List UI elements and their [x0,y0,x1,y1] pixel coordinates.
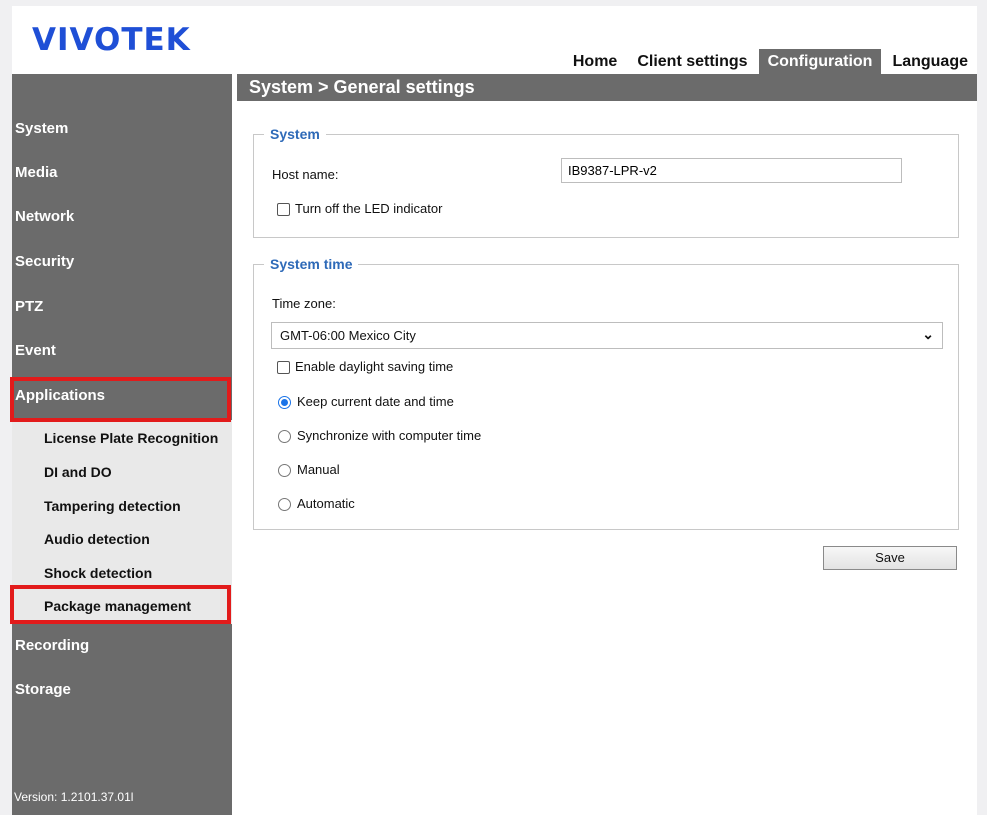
submenu-item-package-management[interactable]: Package management [44,598,191,614]
daylight-saving-checkbox[interactable] [277,361,290,374]
sidebar-item-recording[interactable]: Recording [12,637,232,654]
sidebar-item-security[interactable]: Security [12,253,232,270]
led-indicator-checkbox[interactable] [277,203,290,216]
host-name-input[interactable] [561,158,902,183]
led-indicator-label: Turn off the LED indicator [295,201,443,216]
system-time-section-title: System time [270,256,353,272]
sidebar-item-system[interactable]: System [12,120,232,137]
system-section-title: System [270,126,320,142]
system-time-section: System time [253,256,959,530]
submenu-item-di-and-do[interactable]: DI and DO [44,464,112,480]
vivotek-logo: VIVOTEK [32,22,191,58]
submenu-item-audio-detection[interactable]: Audio detection [44,531,150,547]
radio-automatic-label: Automatic [297,496,355,511]
daylight-saving-label: Enable daylight saving time [295,359,454,374]
breadcrumb: System > General settings [237,74,977,101]
save-button[interactable]: Save [823,546,957,570]
radio-keep-current[interactable] [278,396,291,409]
sidebar-item-media[interactable]: Media [12,164,232,181]
radio-keep-current-label: Keep current date and time [297,394,454,409]
sidebar-item-ptz[interactable]: PTZ [12,298,232,315]
submenu-item-license-plate-recognition[interactable]: License Plate Recognition [44,430,218,446]
sidebar-item-applications[interactable]: Applications [12,387,232,404]
sidebar-item-event[interactable]: Event [12,342,232,359]
host-name-label: Host name: [272,167,339,182]
sidebar-item-network[interactable]: Network [12,208,232,225]
chevron-down-icon: ⌄ [922,326,934,342]
radio-automatic[interactable] [278,498,291,511]
applications-submenu: License Plate Recognition DI and DO Tamp… [12,420,232,624]
top-navigation: Home Client settings Configuration Langu… [562,48,977,74]
sidebar: System Media Network Security PTZ Event … [12,74,232,815]
radio-sync-computer[interactable] [278,430,291,443]
tab-client-settings[interactable]: Client settings [628,49,756,74]
tab-configuration[interactable]: Configuration [758,49,882,74]
tab-language[interactable]: Language [883,49,977,74]
sidebar-item-storage[interactable]: Storage [12,681,232,698]
time-zone-value: GMT-06:00 Mexico City [280,328,416,343]
submenu-item-shock-detection[interactable]: Shock detection [44,565,152,581]
time-zone-label: Time zone: [272,296,336,311]
radio-sync-computer-label: Synchronize with computer time [297,428,482,443]
version-label: Version: 1.2101.37.01l [14,790,134,804]
radio-manual[interactable] [278,464,291,477]
radio-manual-label: Manual [297,462,340,477]
time-zone-select[interactable]: GMT-06:00 Mexico City ⌄ [271,322,943,349]
tab-home[interactable]: Home [564,49,626,74]
submenu-item-tampering-detection[interactable]: Tampering detection [44,498,181,514]
